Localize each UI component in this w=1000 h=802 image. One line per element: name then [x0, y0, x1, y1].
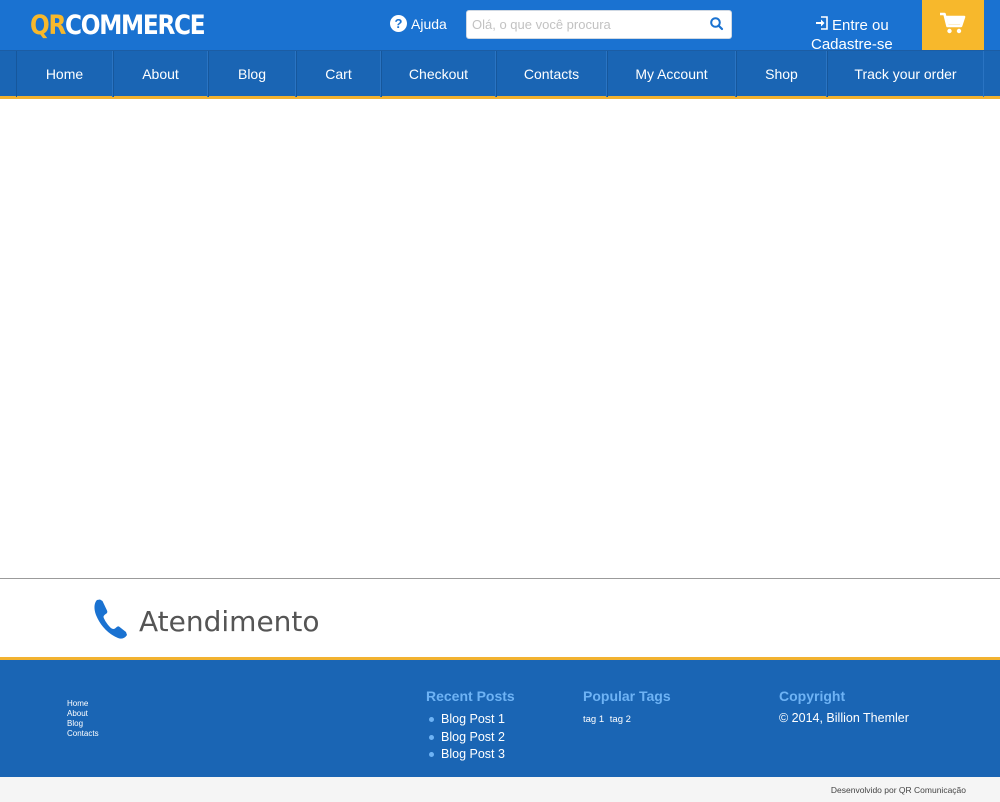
developer-credit[interactable]: Desenvolvido por QR Comunicação: [831, 785, 966, 795]
bullet-icon: [429, 717, 434, 723]
list-item[interactable]: Blog Post 3: [429, 746, 505, 764]
sign-in-icon: [815, 16, 832, 35]
bullet-icon: [429, 734, 434, 740]
search-box: [466, 10, 732, 39]
support-label: Atendimento: [139, 605, 320, 638]
list-item[interactable]: Blog Post 1: [429, 711, 505, 729]
phone-icon: [93, 598, 129, 645]
nav-item-shop[interactable]: Shop: [736, 51, 827, 97]
logo-qr: QR: [30, 9, 66, 41]
popular-tags-title: Popular Tags: [583, 688, 671, 704]
login-register-link[interactable]: Entre ou Cadastre-se: [811, 16, 911, 54]
login-label: Entre ou: [832, 17, 889, 34]
recent-post-link[interactable]: Blog Post 3: [441, 746, 505, 764]
recent-post-link[interactable]: Blog Post 1: [441, 711, 505, 729]
support-section[interactable]: Atendimento: [93, 598, 320, 645]
nav-item-blog[interactable]: Blog: [208, 51, 296, 97]
nav-item-checkout[interactable]: Checkout: [381, 51, 496, 97]
nav-item-my-account[interactable]: My Account: [607, 51, 736, 97]
site-header: QRCOMMERCE ? Ajuda Entre ou Cadastre-se: [0, 0, 1000, 53]
search-input[interactable]: [467, 11, 703, 38]
recent-post-link[interactable]: Blog Post 2: [441, 729, 505, 747]
content-divider: [0, 578, 1000, 579]
nav-item-cart[interactable]: Cart: [296, 51, 381, 97]
cart-button[interactable]: [922, 0, 984, 50]
footer-link-home[interactable]: Home: [67, 699, 99, 709]
nav-item-about[interactable]: About: [113, 51, 208, 97]
site-logo[interactable]: QR COMMERCE: [30, 8, 206, 42]
question-circle-icon: ?: [390, 15, 407, 32]
footer-links: Home About Blog Contacts: [67, 699, 99, 739]
popular-tags-list: tag 1 tag 2: [583, 714, 634, 725]
copyright-title: Copyright: [779, 688, 846, 704]
main-nav: Home About Blog Cart Checkout Contacts M…: [0, 50, 1000, 99]
nav-item-contacts[interactable]: Contacts: [496, 51, 607, 97]
bottom-bar: Desenvolvido por QR Comunicação: [0, 777, 1000, 802]
bullet-icon: [429, 752, 434, 758]
list-item[interactable]: Blog Post 2: [429, 729, 505, 747]
tag-link[interactable]: tag 1: [583, 714, 604, 725]
recent-posts-title: Recent Posts: [426, 688, 515, 704]
footer-link-about[interactable]: About: [67, 709, 99, 719]
logo-commerce: COMMERCE: [65, 9, 206, 41]
footer-link-contacts[interactable]: Contacts: [67, 729, 99, 739]
footer-link-blog[interactable]: Blog: [67, 719, 99, 729]
shopping-cart-icon: [939, 11, 967, 40]
help-label: Ajuda: [411, 15, 447, 32]
site-footer: Home About Blog Contacts Recent Posts Bl…: [0, 657, 1000, 777]
nav-item-home[interactable]: Home: [16, 51, 113, 97]
tag-link[interactable]: tag 2: [610, 714, 631, 725]
recent-posts-list: Blog Post 1 Blog Post 2 Blog Post 3: [429, 711, 505, 764]
search-icon[interactable]: [709, 16, 725, 32]
help-link[interactable]: ? Ajuda: [390, 15, 447, 32]
copyright-text: © 2014, Billion Themler: [779, 711, 909, 725]
nav-item-track-order[interactable]: Track your order: [827, 51, 984, 97]
